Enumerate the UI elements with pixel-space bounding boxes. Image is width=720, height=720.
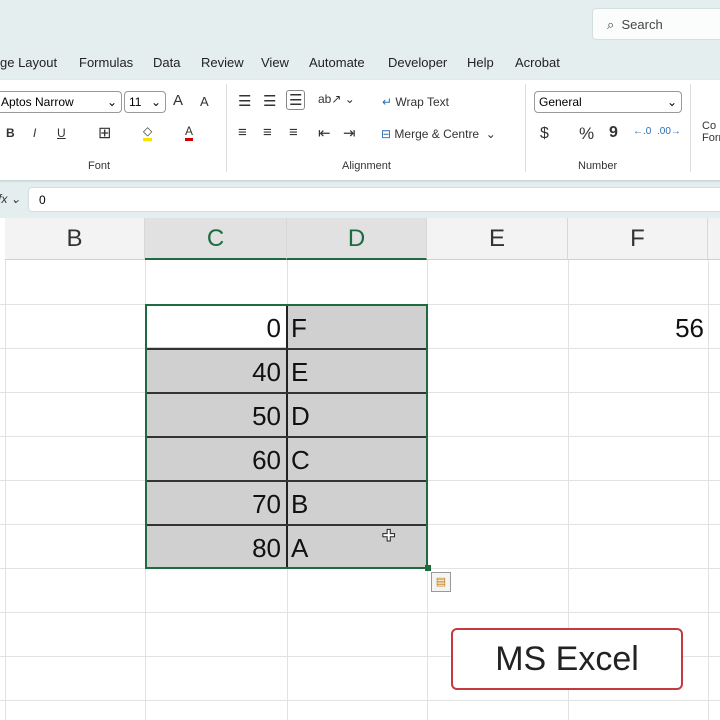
underline-button[interactable]: U <box>57 126 66 140</box>
currency-button[interactable]: $ <box>540 125 549 143</box>
tab-view[interactable]: View <box>261 55 289 70</box>
bold-button[interactable]: B <box>6 126 15 140</box>
wrap-text-button[interactable]: ↵ Wrap Text <box>382 95 449 109</box>
increase-decimal-icon[interactable]: ←.0 <box>633 126 651 137</box>
comma-button[interactable]: 9 <box>609 124 618 142</box>
decrease-decimal-icon[interactable]: .00→ <box>657 126 681 137</box>
cell-d7[interactable]: C <box>287 437 427 481</box>
grow-font-button[interactable]: A <box>173 92 183 109</box>
quick-analysis-icon[interactable]: ▤ <box>431 572 451 592</box>
divider <box>690 84 691 172</box>
divider <box>226 84 227 172</box>
conditional-formatting-button[interactable]: CoForr <box>702 120 720 144</box>
column-header-d[interactable]: D <box>287 218 427 260</box>
tab-help[interactable]: Help <box>467 55 494 70</box>
cell-d4[interactable]: F <box>287 305 427 349</box>
fx-icon[interactable]: fx ⌄ <box>0 192 21 206</box>
align-center-icon[interactable]: ≡ <box>263 124 272 141</box>
fill-color-icon[interactable]: ◇ <box>143 124 153 141</box>
cell-c4[interactable]: 0 <box>145 305 287 349</box>
grid-line <box>5 260 6 720</box>
shrink-font-button[interactable]: A <box>200 94 209 109</box>
font-size-dropdown[interactable]: 11 ⌄ <box>124 91 166 113</box>
cell-d8[interactable]: B <box>287 481 427 525</box>
cursor-cross-icon: ✚ <box>381 528 396 546</box>
column-header-e[interactable]: E <box>427 218 568 260</box>
merge-centre-button[interactable]: ⊟ Merge & Centre ⌄ <box>381 127 496 141</box>
cell-f4[interactable]: 56 <box>568 305 708 349</box>
column-header-f[interactable]: F <box>568 218 708 260</box>
orientation-icon[interactable]: ab↗ ⌄ <box>318 92 355 106</box>
ms-excel-label: MS Excel <box>451 628 683 690</box>
tab-data[interactable]: Data <box>153 55 180 70</box>
column-header-g[interactable] <box>708 218 720 260</box>
cell-d5[interactable]: E <box>287 349 427 393</box>
decrease-indent-icon[interactable]: ⇤ <box>318 124 331 142</box>
cell-c9[interactable]: 80 <box>145 525 287 569</box>
search-box[interactable]: ⌕ Search <box>592 8 720 40</box>
search-placeholder: Search <box>621 17 663 32</box>
cell-c7[interactable]: 60 <box>145 437 287 481</box>
borders-icon[interactable]: ⊞ <box>98 123 111 143</box>
column-header-c[interactable]: C <box>145 218 287 260</box>
wrap-text-icon: ↵ <box>382 95 393 109</box>
grid-line <box>0 612 720 613</box>
tab-review[interactable]: Review <box>201 55 244 70</box>
tab-formulas[interactable]: Formulas <box>79 55 133 70</box>
tab-developer[interactable]: Developer <box>388 55 447 70</box>
tab-acrobat[interactable]: Acrobat <box>515 55 560 70</box>
align-left-icon[interactable]: ≡ <box>238 124 247 141</box>
formula-bar-input[interactable]: 0 <box>28 187 720 212</box>
cell-c5[interactable]: 40 <box>145 349 287 393</box>
align-bottom-icon[interactable]: ☰ <box>286 90 306 110</box>
search-icon: ⌕ <box>607 17 615 32</box>
divider <box>525 84 526 172</box>
number-group-label: Number <box>578 160 618 172</box>
cell-c6[interactable]: 50 <box>145 393 287 437</box>
cell-c8[interactable]: 70 <box>145 481 287 525</box>
alignment-group-label: Alignment <box>342 160 391 172</box>
grid-line <box>0 700 720 701</box>
font-color-button[interactable]: A <box>185 124 194 141</box>
align-right-icon[interactable]: ≡ <box>289 124 298 141</box>
increase-indent-icon[interactable]: ⇥ <box>343 124 356 142</box>
tab-automate[interactable]: Automate <box>309 55 365 70</box>
italic-button[interactable]: I <box>33 126 36 140</box>
column-header-b[interactable]: B <box>5 218 145 260</box>
tab-page-layout[interactable]: ge Layout <box>0 55 57 70</box>
align-middle-icon[interactable]: ☰ <box>263 92 276 110</box>
align-top-icon[interactable]: ☰ <box>238 92 251 110</box>
cell-d6[interactable]: D <box>287 393 427 437</box>
cell-d9[interactable]: A <box>287 525 427 569</box>
merge-icon: ⊟ <box>381 127 392 141</box>
grid-line <box>708 260 709 720</box>
number-format-dropdown[interactable]: General ⌄ <box>534 91 682 113</box>
percent-button[interactable]: % <box>579 124 594 144</box>
font-name-dropdown[interactable]: Aptos Narrow ⌄ <box>0 91 122 113</box>
font-group-label: Font <box>88 160 111 172</box>
